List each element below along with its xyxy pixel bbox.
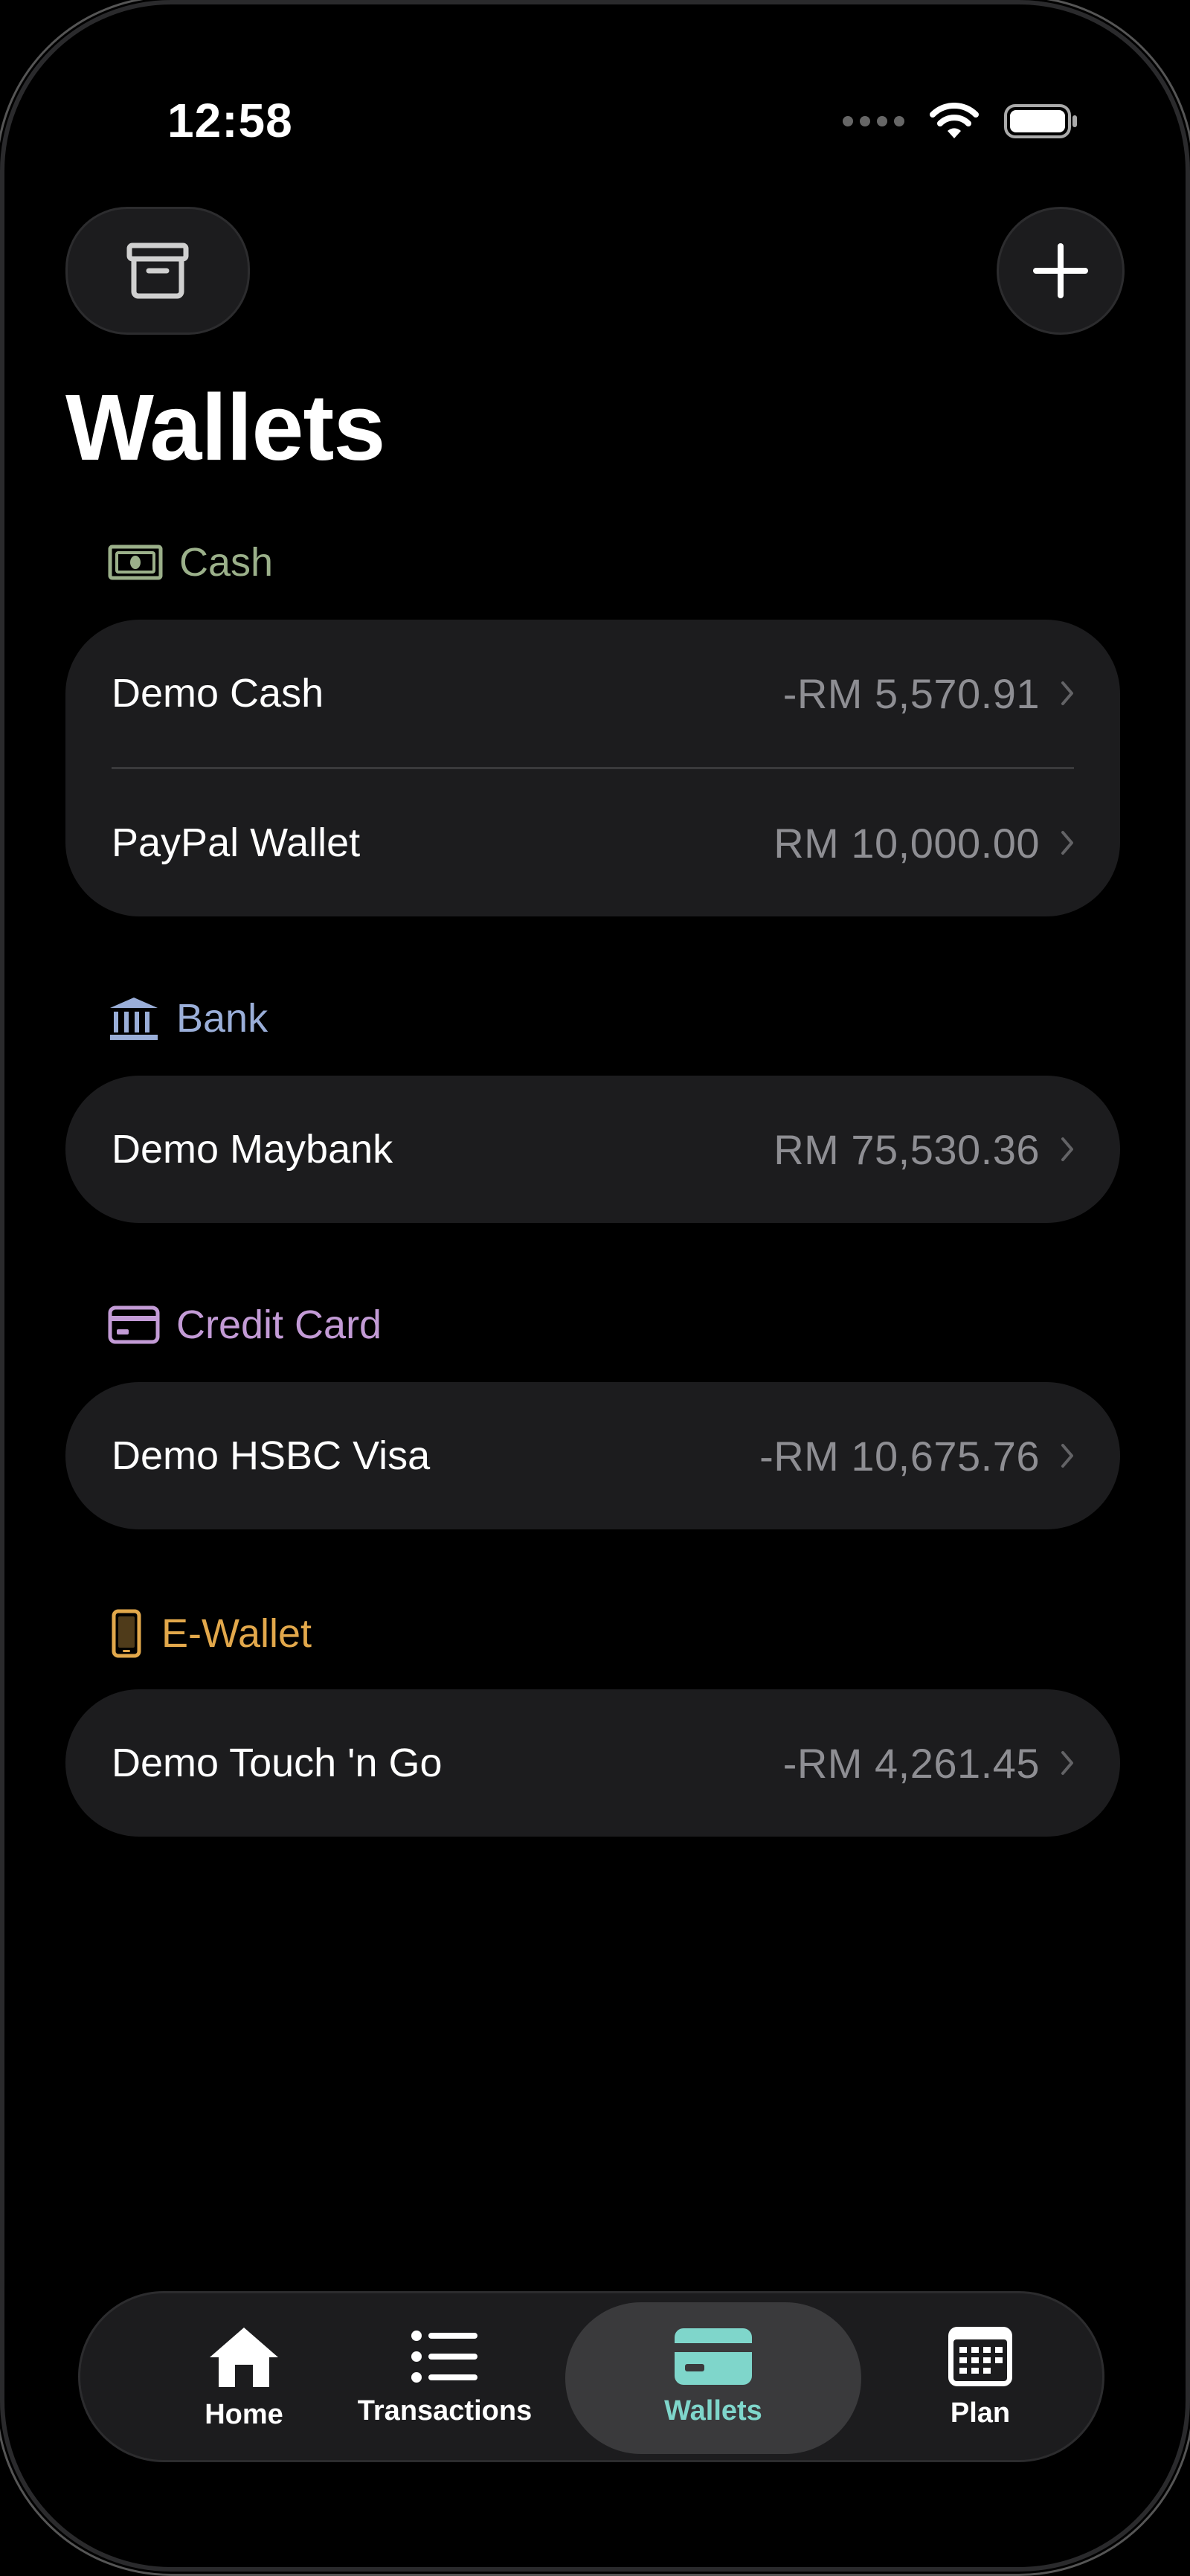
tab-transactions[interactable]: Transactions <box>333 2293 556 2460</box>
wallet-name: Demo Maybank <box>112 1127 393 1172</box>
wallet-row-paypal-wallet[interactable]: PayPal Wallet RM 10,000.00 <box>65 769 1120 916</box>
tab-label: Transactions <box>357 2394 533 2426</box>
house-icon <box>210 2327 278 2387</box>
tab-label: Plan <box>950 2397 1011 2429</box>
cellular-dots-icon <box>843 116 904 126</box>
archive-button[interactable] <box>65 207 250 335</box>
wallet-row-demo-touch-n-go[interactable]: Demo Touch 'n Go -RM 4,261.45 <box>65 1689 1120 1837</box>
wallet-name: PayPal Wallet <box>112 820 361 865</box>
bank-icon <box>110 998 158 1040</box>
section-label-bank: Bank <box>176 996 268 1041</box>
tab-label: Wallets <box>664 2394 762 2426</box>
chevron-right-icon <box>1061 1444 1073 1468</box>
tab-plan[interactable]: Plan <box>869 2293 1092 2460</box>
section-label-cash: Cash <box>179 540 274 585</box>
wallet-balance: -RM 5,570.91 <box>782 669 1040 717</box>
wallet-row-demo-hsbc-visa[interactable]: Demo HSBC Visa -RM 10,675.76 <box>65 1382 1120 1529</box>
tab-wallets[interactable]: Wallets <box>565 2293 861 2460</box>
chevron-right-icon <box>1061 1751 1073 1775</box>
tab-bar: Home Transactions Wallets Plan <box>78 2291 1104 2462</box>
wallet-row-demo-maybank[interactable]: Demo Maybank RM 75,530.36 <box>65 1076 1120 1223</box>
battery-icon <box>1004 104 1077 138</box>
calendar-icon <box>948 2326 1012 2386</box>
section-header-e-wallet: E-Wallet <box>108 1609 312 1658</box>
wallet-name: Demo HSBC Visa <box>112 1433 431 1478</box>
banknote-icon <box>108 545 163 580</box>
archive-box-icon <box>126 242 189 299</box>
section-header-bank: Bank <box>108 995 268 1041</box>
wallet-group-bank: Demo Maybank RM 75,530.36 <box>65 1076 1120 1223</box>
wallet-group-e-wallet: Demo Touch 'n Go -RM 4,261.45 <box>65 1689 1120 1837</box>
section-header-cash: Cash <box>108 539 273 585</box>
wallet-balance: -RM 4,261.45 <box>782 1739 1040 1787</box>
wallet-group-credit-card: Demo HSBC Visa -RM 10,675.76 <box>65 1382 1120 1529</box>
wallet-balance: -RM 10,675.76 <box>759 1432 1040 1480</box>
chevron-right-icon <box>1061 1137 1073 1161</box>
wallet-row-demo-cash[interactable]: Demo Cash -RM 5,570.91 <box>65 620 1120 767</box>
phone-icon <box>112 1609 141 1658</box>
section-header-credit-card: Credit Card <box>108 1302 382 1348</box>
wallet-balance: RM 75,530.36 <box>774 1125 1040 1173</box>
wallet-name: Demo Cash <box>112 671 324 716</box>
add-wallet-button[interactable] <box>997 207 1125 335</box>
page-title: Wallets <box>65 375 385 480</box>
tab-label: Home <box>205 2398 283 2430</box>
wallet-group-cash: Demo Cash -RM 5,570.91 PayPal Wallet RM … <box>65 620 1120 916</box>
wallet-balance: RM 10,000.00 <box>774 819 1040 867</box>
wallet-card-icon <box>675 2328 752 2385</box>
wallet-name: Demo Touch 'n Go <box>112 1741 443 1785</box>
wifi-icon <box>930 103 979 138</box>
status-icons <box>843 103 1078 140</box>
section-label-credit-card: Credit Card <box>176 1303 382 1347</box>
list-icon <box>411 2330 477 2383</box>
section-label-e-wallet: E-Wallet <box>161 1611 312 1656</box>
credit-card-icon <box>108 1305 160 1344</box>
plus-icon <box>1033 243 1088 298</box>
chevron-right-icon <box>1061 831 1073 855</box>
status-time: 12:58 <box>167 94 293 147</box>
chevron-right-icon <box>1061 681 1073 705</box>
